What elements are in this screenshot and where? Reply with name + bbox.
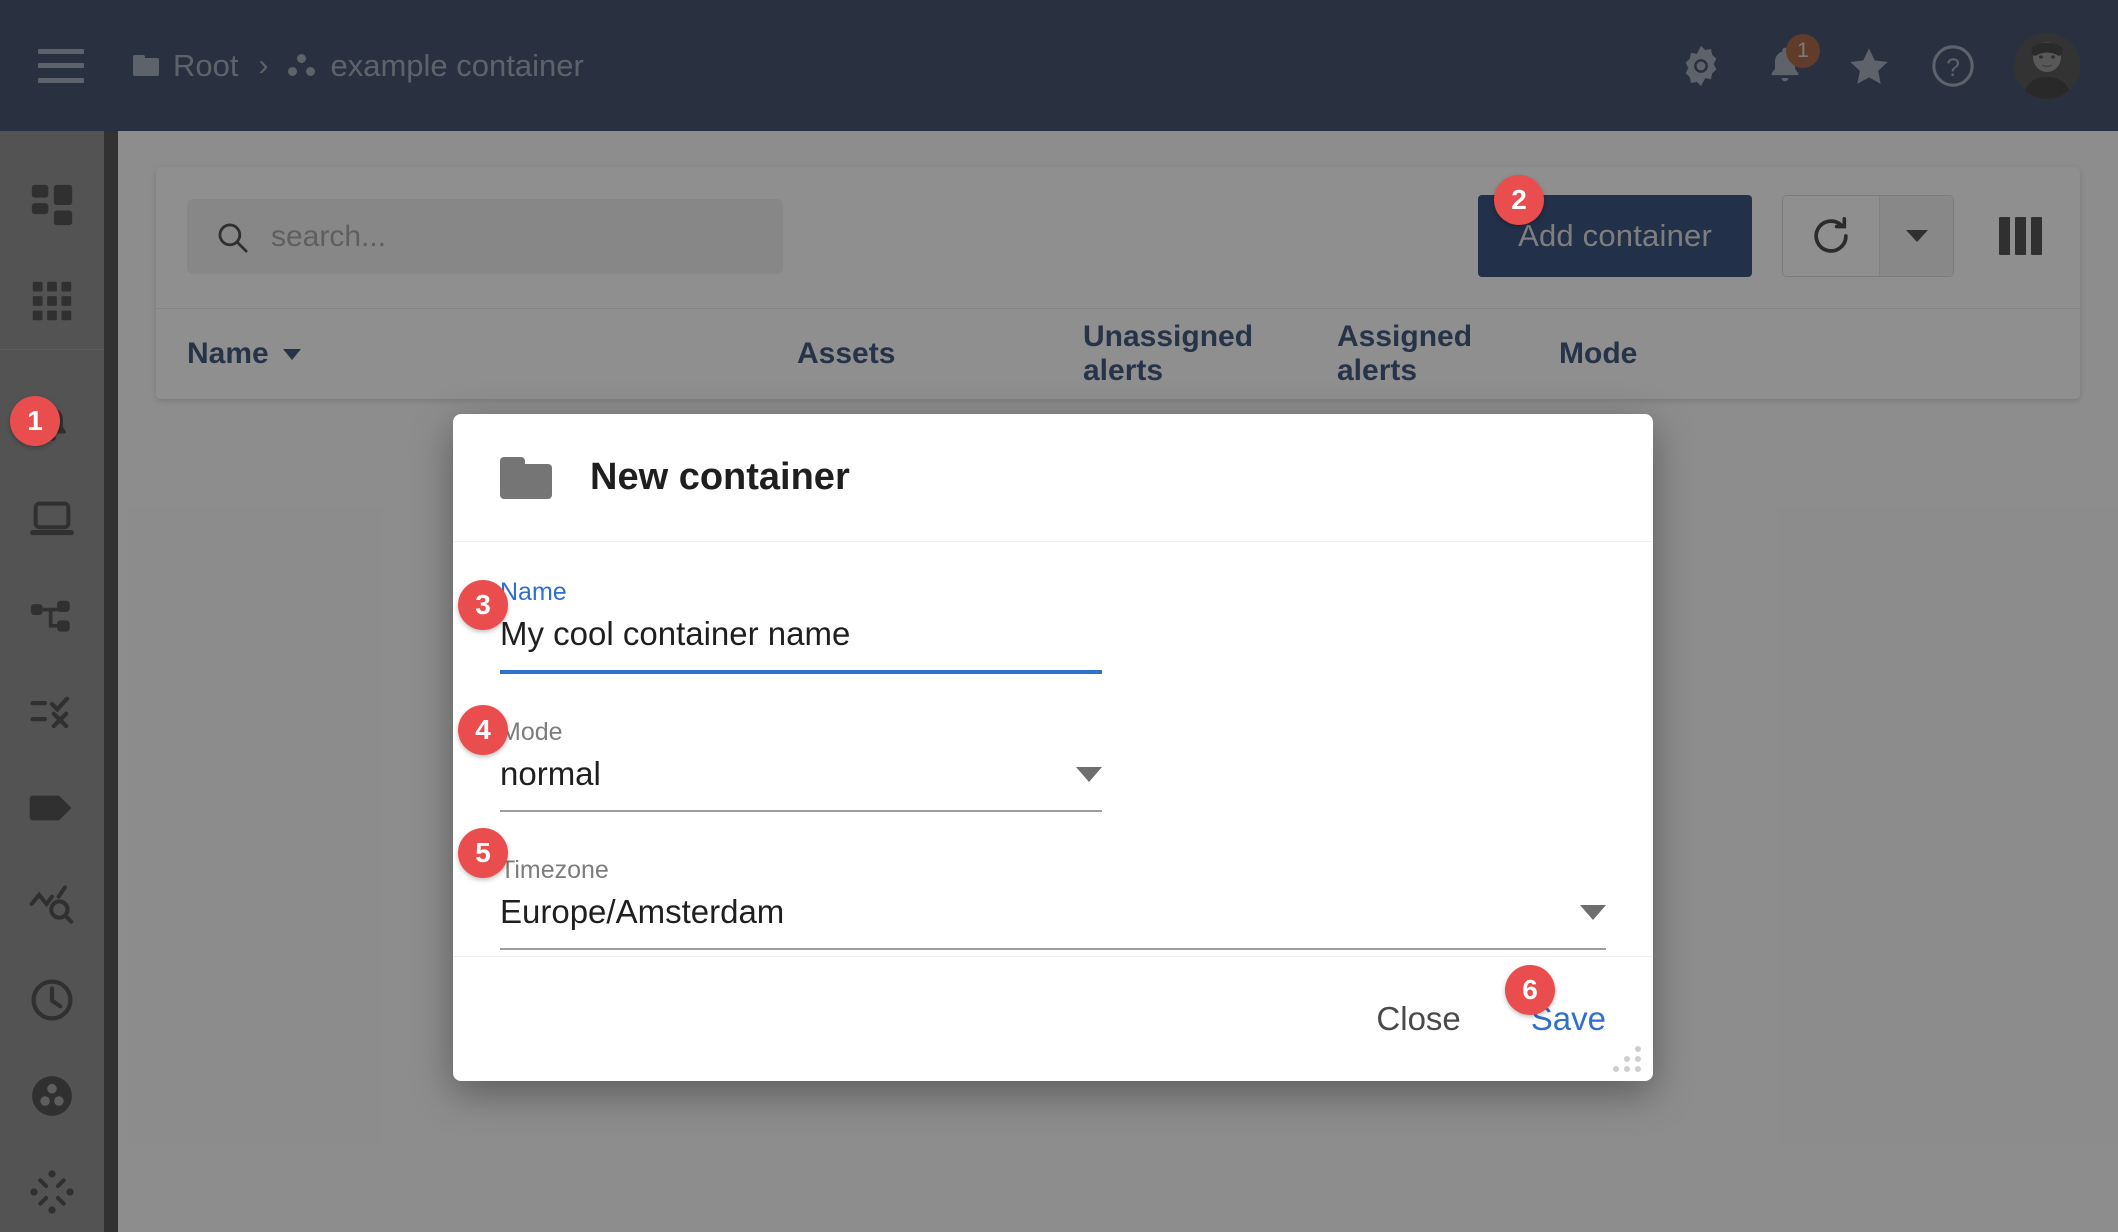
step-marker-4: 4 [458, 705, 508, 755]
resize-grip-icon[interactable] [1611, 1045, 1643, 1073]
close-button[interactable]: Close [1376, 1000, 1460, 1038]
dialog-body: Name My cool container name Mode normal … [453, 542, 1653, 955]
step-marker-5: 5 [458, 828, 508, 878]
dialog-title: New container [590, 456, 850, 498]
timezone-field-underline [500, 948, 1606, 950]
timezone-field-value[interactable]: Europe/Amsterdam [500, 895, 1568, 948]
step-marker-3: 3 [458, 580, 508, 630]
chevron-down-icon[interactable] [1076, 767, 1102, 782]
mode-field-value[interactable]: normal [500, 757, 1064, 810]
new-container-dialog: New container Name My cool container nam… [453, 414, 1653, 1081]
mode-field: Mode normal [500, 718, 1102, 812]
chevron-down-icon[interactable] [1580, 905, 1606, 920]
name-field-label: Name [500, 578, 567, 606]
name-field-input[interactable]: My cool container name [500, 617, 1102, 670]
dialog-footer: Close Save [453, 956, 1653, 1081]
name-field: Name My cool container name [500, 578, 1102, 674]
step-marker-1: 1 [10, 396, 60, 446]
folder-icon [500, 456, 552, 499]
timezone-field-label: Timezone [500, 856, 609, 884]
step-marker-2: 2 [1494, 175, 1544, 225]
step-marker-6: 6 [1505, 965, 1555, 1015]
app-root: Root › example container [0, 0, 2118, 1232]
timezone-field: Timezone Europe/Amsterdam [500, 856, 1606, 950]
mode-field-underline [500, 810, 1102, 812]
name-field-underline [500, 670, 1102, 674]
dialog-header: New container [453, 414, 1653, 542]
mode-field-label: Mode [500, 718, 563, 746]
